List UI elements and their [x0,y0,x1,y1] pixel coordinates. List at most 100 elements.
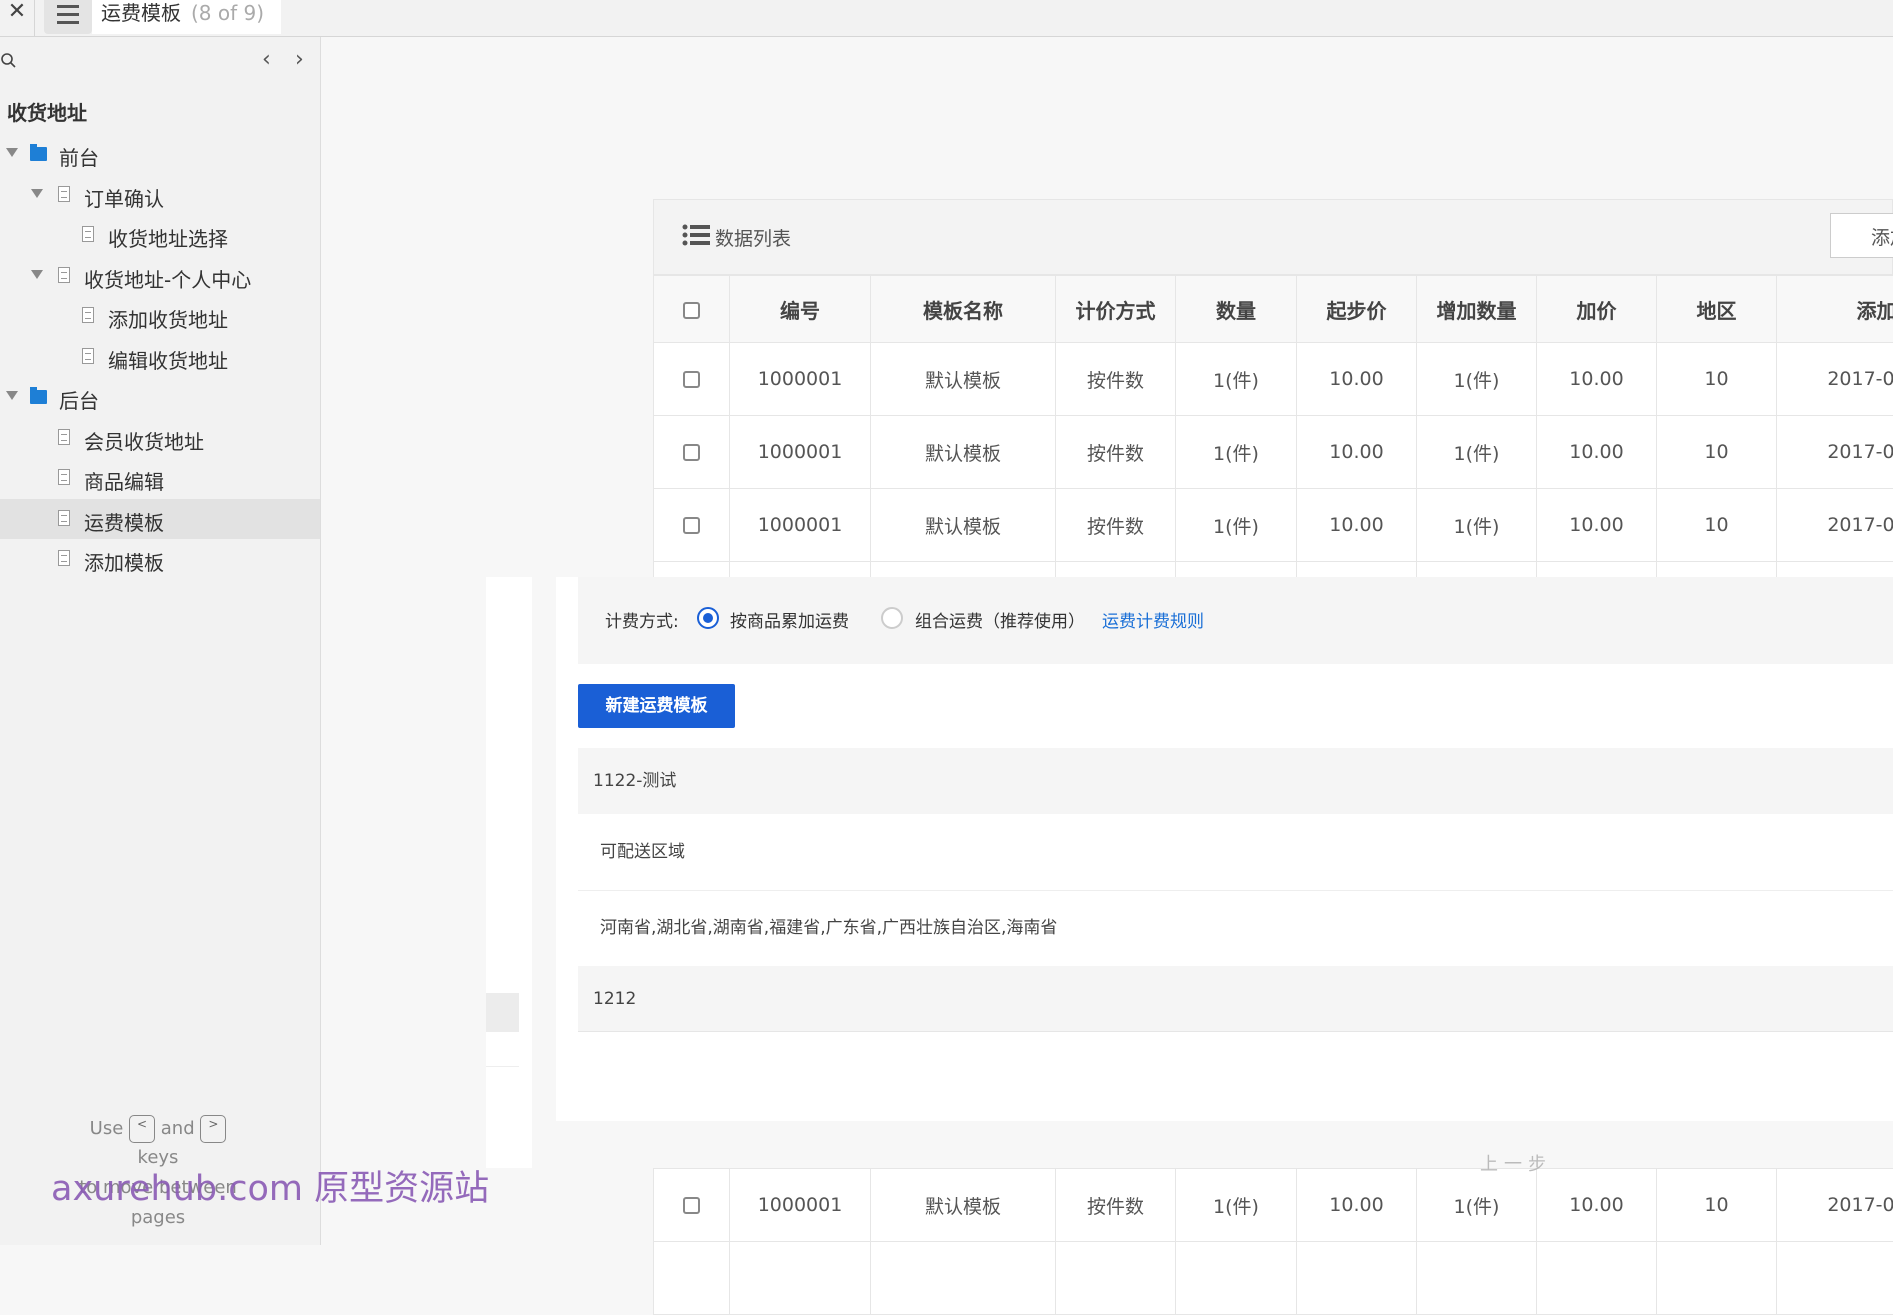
table-row[interactable]: 1000001默认模板按件数1(件)10.001(件)10.00102017-0… [654,1169,1893,1242]
table-cell: 2017-07-1 [1777,416,1893,489]
add-button[interactable]: 添加 [1830,213,1893,258]
close-icon[interactable]: ✕ [4,0,30,30]
panel-footer [556,1121,1893,1168]
tree-item[interactable]: 添加模板 [0,539,320,579]
table-cell: 1(件) [1176,1169,1297,1242]
fee-method-label: 计费方式: [605,607,679,632]
page-icon [82,307,94,323]
table-cell [1657,1242,1777,1315]
side-panel [486,577,532,1168]
tree-item[interactable]: 运费模板 [0,499,320,539]
column-header[interactable]: 起步价 [1297,276,1417,343]
tree-item-label: 运费模板 [84,507,164,536]
tree-item[interactable]: 收货地址选择 [0,215,320,255]
select-all-checkbox[interactable] [683,302,700,319]
table-cell: 1(件) [1176,416,1297,489]
watermark: axurehub.com 原型资源站 [51,1160,489,1211]
table-cell [1056,1242,1176,1315]
table-cell: 10 [1657,416,1777,489]
expand-triangle-icon[interactable] [6,148,18,157]
tree-item[interactable]: 收货地址-个人中心 [0,256,320,296]
table-cell: 1(件) [1417,1169,1537,1242]
checkbox-cell [654,416,730,489]
side-panel-item[interactable] [486,993,519,1032]
row-checkbox[interactable] [683,444,700,461]
table-cell: 1(件) [1417,343,1537,416]
column-header[interactable]: 增加数量 [1417,276,1537,343]
column-header[interactable]: 编号 [730,276,871,343]
table-cell: 1000001 [730,343,871,416]
prev-step-button[interactable]: 上一步 [1480,1150,1552,1176]
folder-icon [30,390,47,404]
table-cell [1537,1242,1657,1315]
page-icon [58,267,70,283]
divider [34,0,35,37]
tree-item-label: 编辑收货地址 [108,345,228,374]
table-cell [654,1242,730,1315]
table-cell [1297,1242,1417,1315]
table-row[interactable]: 1000001默认模板按件数1(件)10.001(件)10.00102017-0… [654,489,1893,562]
tree-item-label: 订单确认 [84,183,164,212]
table-cell [871,1242,1056,1315]
tree-item-label: 会员收货地址 [84,426,204,455]
table-cell: 默认模板 [871,416,1056,489]
tree-item[interactable]: 后台 [0,377,320,417]
column-header[interactable]: 计价方式 [1056,276,1176,343]
fee-rule-link[interactable]: 运费计费规则 [1102,607,1204,632]
column-header[interactable]: 加价 [1537,276,1657,343]
table-cell: 默认模板 [871,489,1056,562]
list-icon [682,224,710,246]
table-cell: 按件数 [1056,416,1176,489]
hint-text: and [161,1118,195,1139]
column-header[interactable]: 数量 [1176,276,1297,343]
panel-title: 数据列表 [715,224,791,251]
table-cell: 10.00 [1537,343,1657,416]
row-checkbox[interactable] [683,517,700,534]
table-cell: 1000001 [730,489,871,562]
expand-triangle-icon[interactable] [6,391,18,400]
table-row[interactable]: 1000001默认模板按件数1(件)10.001(件)10.00102017-0… [654,416,1893,489]
expand-triangle-icon[interactable] [31,270,43,279]
table-cell: 2017-07-1 [1777,489,1893,562]
tree-item[interactable]: 前台 [0,134,320,174]
radio-cumulative[interactable] [697,607,719,629]
table-cell: 按件数 [1056,489,1176,562]
table-row[interactable]: 1000001默认模板按件数1(件)10.001(件)10.00102017-0… [654,343,1893,416]
tree-item[interactable]: 商品编辑 [0,458,320,498]
radio-combined[interactable] [881,607,903,629]
tree-item-label: 商品编辑 [84,466,164,495]
search-icon[interactable] [0,51,20,71]
sidebar: ‹ › 收货地址 前台订单确认收货地址选择收货地址-个人中心添加收货地址编辑收货… [0,37,321,1245]
next-page-button[interactable]: › [295,47,304,72]
top-bar: ✕ 运费模板(8 of 9) [0,0,1893,37]
row-checkbox[interactable] [683,1197,700,1214]
page-icon [58,186,70,202]
tree-item[interactable]: 会员收货地址 [0,418,320,458]
option-cumulative-label[interactable]: 按商品累加运费 [730,607,849,632]
option-combined-label[interactable]: 组合运费（推荐使用） [915,607,1085,632]
keyboard-hint: Use < and > [0,1115,316,1143]
table-cell: 10.00 [1537,1169,1657,1242]
data-table-lower: 1000001默认模板按件数1(件)10.001(件)10.00102017-0… [653,1168,1893,1315]
expand-triangle-icon[interactable] [31,189,43,198]
table-cell: 10 [1657,343,1777,416]
column-header[interactable]: 地区 [1657,276,1777,343]
table-cell: 1(件) [1176,343,1297,416]
column-header[interactable]: 模板名称 [871,276,1056,343]
template-name: 1122-测试 [578,748,1893,814]
tree-item[interactable]: 编辑收货地址 [0,337,320,377]
table-cell: 2017-07-1 [1777,343,1893,416]
tree-item[interactable]: 添加收货地址 [0,296,320,336]
new-template-button[interactable]: 新建运费模板 [578,684,735,728]
tree-item[interactable]: 订单确认 [0,175,320,215]
page-icon [82,226,94,242]
row-checkbox[interactable] [683,371,700,388]
tree-item-label: 添加模板 [84,547,164,576]
hint-text: Use [90,1118,124,1139]
prev-page-button[interactable]: ‹ [262,47,271,72]
table-cell: 1(件) [1417,416,1537,489]
table-cell: 按件数 [1056,1169,1176,1242]
template-name: 1212 [578,966,1893,1032]
hamburger-icon[interactable] [44,0,92,34]
column-header[interactable]: 添加 [1777,276,1893,343]
